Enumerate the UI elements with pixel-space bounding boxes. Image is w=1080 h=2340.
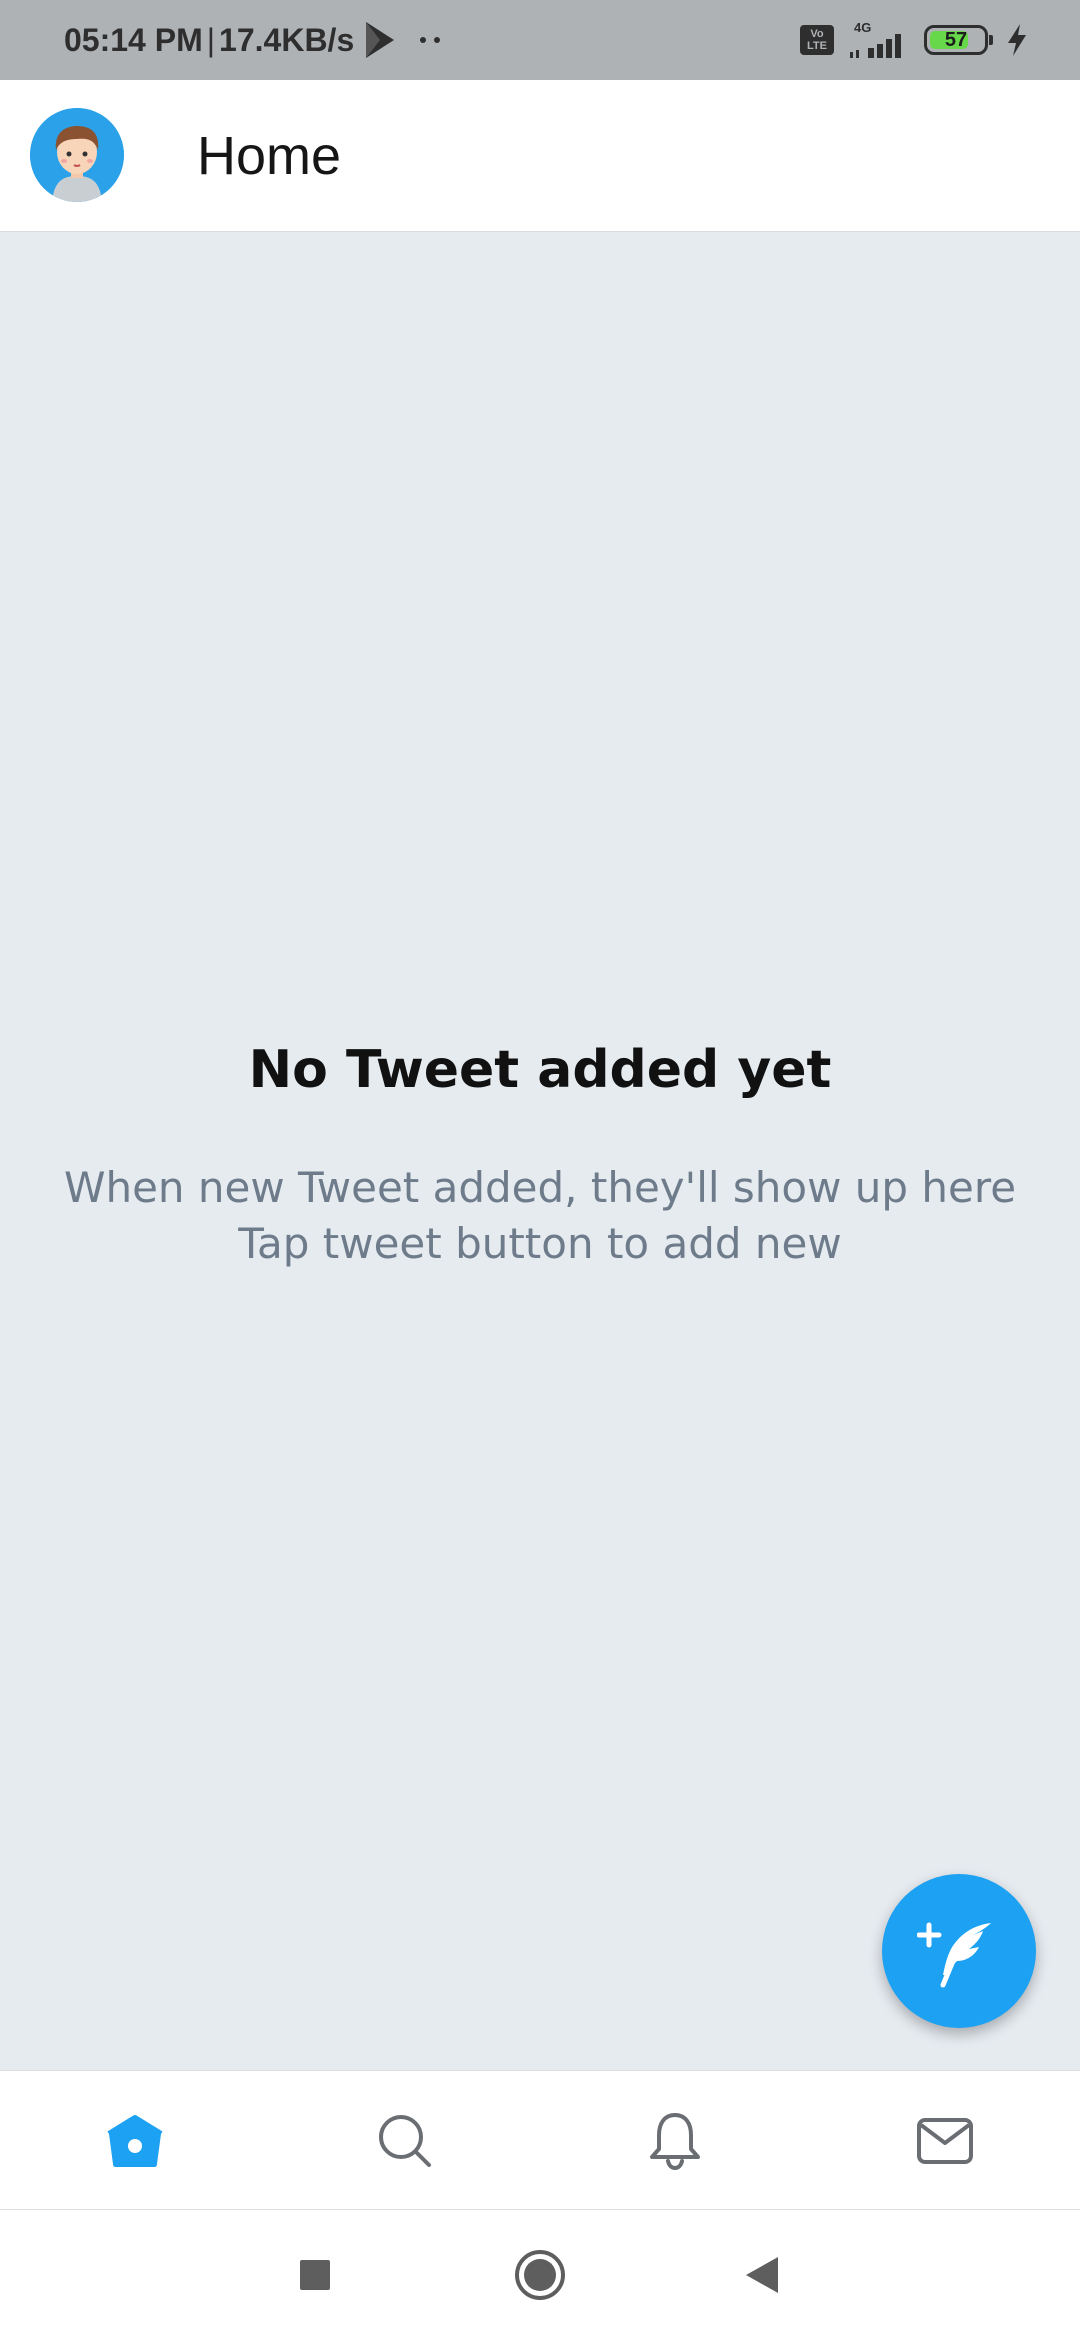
battery-level: 57 [944,29,968,51]
back-button[interactable] [702,2210,822,2340]
recents-button[interactable] [255,2210,375,2340]
nav-home[interactable] [0,2071,270,2211]
more-dots-icon [420,37,441,43]
status-separator: | [206,21,216,58]
back-triangle-icon [746,2257,778,2293]
charging-bolt-icon [1008,24,1026,56]
status-time: 05:14 PM [64,21,203,58]
compose-tweet-button[interactable] [882,1874,1036,2028]
avatar-illustration [30,108,124,202]
system-home-button[interactable] [480,2210,600,2340]
bell-icon [650,2113,700,2171]
status-right: Vo LTE 4G 57 [800,0,1028,80]
empty-state-subtitle-line-2: Tap tweet button to add new [238,1219,842,1268]
home-icon [107,2115,163,2167]
empty-state-subtitle-line-1: When new Tweet added, they'll show up he… [63,1163,1017,1212]
home-circle-icon [515,2250,565,2300]
status-left: 05:14 PM | 17.4KB/s [64,0,441,80]
empty-state-title: No Tweet added yet [248,1040,832,1100]
user-avatar[interactable] [30,108,124,202]
page-title: Home [197,126,342,186]
search-icon [379,2115,431,2167]
battery-icon: 57 [924,25,993,55]
network-speed: 17.4KB/s [219,21,355,58]
recents-square-icon [300,2260,330,2290]
system-nav-bar [0,2210,1080,2340]
play-icon [366,22,395,58]
bottom-nav [0,2070,1080,2210]
signal-icon: 4G [848,20,910,60]
add-tweet-feather-icon [917,1922,991,1988]
mail-icon [917,2118,973,2164]
app-header: Home [0,80,1080,232]
nav-notifications[interactable] [540,2071,810,2211]
status-bar: 05:14 PM | 17.4KB/s Vo LTE 4G 57 [0,0,1080,80]
empty-state-subtitle: When new Tweet added, they'll show up he… [0,1160,1080,1272]
volte-icon: Vo LTE [800,25,834,55]
nav-messages[interactable] [810,2071,1080,2211]
nav-search[interactable] [270,2071,540,2211]
